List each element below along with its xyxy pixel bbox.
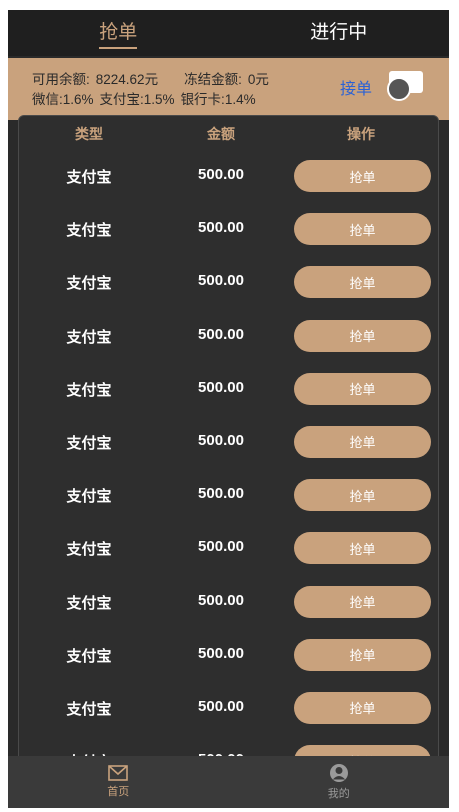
orders-panel: 类型 金额 操作 支付宝 500.00 抢单 支付宝 500.00 抢单 支付宝… bbox=[18, 115, 439, 775]
toggle-knob bbox=[387, 77, 411, 101]
grab-order-button[interactable]: 抢单 bbox=[294, 266, 431, 299]
bottom-nav: 首页 我的 bbox=[8, 756, 449, 808]
grab-order-button[interactable]: 抢单 bbox=[294, 691, 431, 724]
row-amount: 500.00 bbox=[198, 485, 244, 503]
grab-order-button[interactable]: 抢单 bbox=[294, 532, 431, 565]
table-row: 支付宝 500.00 抢单 bbox=[19, 316, 438, 369]
grab-order-button[interactable]: 抢单 bbox=[294, 372, 431, 405]
row-type: 支付宝 bbox=[66, 647, 112, 665]
nav-mine-label: 我的 bbox=[327, 788, 350, 800]
row-amount: 500.00 bbox=[198, 697, 244, 715]
row-type: 支付宝 bbox=[66, 700, 112, 718]
tab-in-progress[interactable]: 进行中 bbox=[229, 10, 450, 56]
row-amount: 500.00 bbox=[198, 431, 244, 449]
table-row: 支付宝 500.00 抢单 bbox=[19, 688, 438, 741]
grab-order-button[interactable]: 抢单 bbox=[294, 479, 431, 512]
row-type: 支付宝 bbox=[66, 222, 112, 240]
grab-order-button[interactable]: 抢单 bbox=[294, 319, 431, 352]
grab-order-button[interactable]: 抢单 bbox=[294, 425, 431, 458]
user-icon bbox=[329, 764, 348, 782]
nav-home-label: 首页 bbox=[107, 786, 130, 798]
grab-order-button[interactable]: 抢单 bbox=[294, 638, 431, 671]
table-row: 支付宝 500.00 抢单 bbox=[19, 528, 438, 581]
header-type: 类型 bbox=[75, 126, 103, 142]
grab-order-button[interactable]: 抢单 bbox=[294, 160, 431, 192]
table-row: 支付宝 500.00 抢单 bbox=[19, 582, 438, 635]
wechat-rate: 微信:1.6% bbox=[32, 92, 94, 107]
order-rows: 支付宝 500.00 抢单 支付宝 500.00 抢单 支付宝 500.00 抢… bbox=[19, 156, 438, 774]
tab-grab-orders-label: 抢单 bbox=[99, 17, 138, 49]
grab-order-button[interactable]: 抢单 bbox=[294, 213, 431, 246]
row-amount: 500.00 bbox=[198, 219, 244, 237]
row-amount: 500.00 bbox=[198, 272, 244, 290]
table-row: 支付宝 500.00 抢单 bbox=[19, 369, 438, 422]
app-root: 抢单 进行中 可用余额: 8224.62元 冻结金额: 0元 微信:1.6% 支付宝:1… bbox=[8, 10, 449, 808]
balance-info-bar: 可用余额: 8224.62元 冻结金额: 0元 微信:1.6% 支付宝:1.5% 银行卡:… bbox=[8, 58, 449, 120]
row-type: 支付宝 bbox=[66, 488, 112, 506]
frozen-amount-value: 0元 bbox=[247, 72, 269, 87]
header-action: 操作 bbox=[347, 126, 375, 142]
row-amount: 500.00 bbox=[198, 644, 244, 662]
top-tabs: 抢单 进行中 bbox=[8, 10, 449, 56]
nav-mine[interactable]: 我的 bbox=[229, 756, 450, 808]
row-type: 支付宝 bbox=[66, 275, 112, 293]
header-amount: 金额 bbox=[207, 126, 235, 142]
bankcard-rate: 银行卡:1.4% bbox=[180, 92, 256, 107]
frozen-amount-label: 冻结金额: bbox=[184, 72, 242, 87]
table-row: 支付宝 500.00 抢单 bbox=[19, 475, 438, 528]
row-type: 支付宝 bbox=[66, 169, 112, 186]
table-row: 支付宝 500.00 抢单 bbox=[19, 262, 438, 315]
row-type: 支付宝 bbox=[66, 594, 112, 612]
balance-line: 可用余额: 8224.62元 冻结金额: 0元 bbox=[32, 68, 269, 88]
available-balance-label: 可用余额: bbox=[32, 72, 90, 87]
mail-icon bbox=[108, 765, 129, 781]
grab-order-button[interactable]: 抢单 bbox=[294, 585, 431, 618]
table-header: 类型 金额 操作 bbox=[19, 124, 438, 148]
row-amount: 500.00 bbox=[198, 378, 244, 396]
row-type: 支付宝 bbox=[66, 434, 112, 452]
rates-line: 微信:1.6% 支付宝:1.5% 银行卡:1.4% bbox=[32, 88, 256, 108]
accept-orders-label: 接单 bbox=[340, 81, 373, 98]
available-balance-value: 8224.62元 bbox=[95, 72, 159, 87]
row-amount: 500.00 bbox=[198, 591, 244, 609]
nav-home[interactable]: 首页 bbox=[8, 756, 229, 808]
row-amount: 500.00 bbox=[198, 538, 244, 556]
row-type: 支付宝 bbox=[66, 541, 112, 559]
tab-grab-orders[interactable]: 抢单 bbox=[8, 10, 229, 56]
row-type: 支付宝 bbox=[66, 381, 112, 399]
table-row: 支付宝 500.00 抢单 bbox=[19, 209, 438, 262]
row-amount: 500.00 bbox=[198, 325, 244, 343]
accept-orders-toggle[interactable] bbox=[387, 71, 423, 101]
table-row: 支付宝 500.00 抢单 bbox=[19, 635, 438, 688]
row-amount: 500.00 bbox=[198, 166, 244, 183]
row-type: 支付宝 bbox=[66, 328, 112, 346]
table-row: 支付宝 500.00 抢单 bbox=[19, 156, 438, 209]
alipay-rate: 支付宝:1.5% bbox=[99, 92, 175, 107]
table-row: 支付宝 500.00 抢单 bbox=[19, 422, 438, 475]
tab-in-progress-label: 进行中 bbox=[310, 22, 368, 43]
